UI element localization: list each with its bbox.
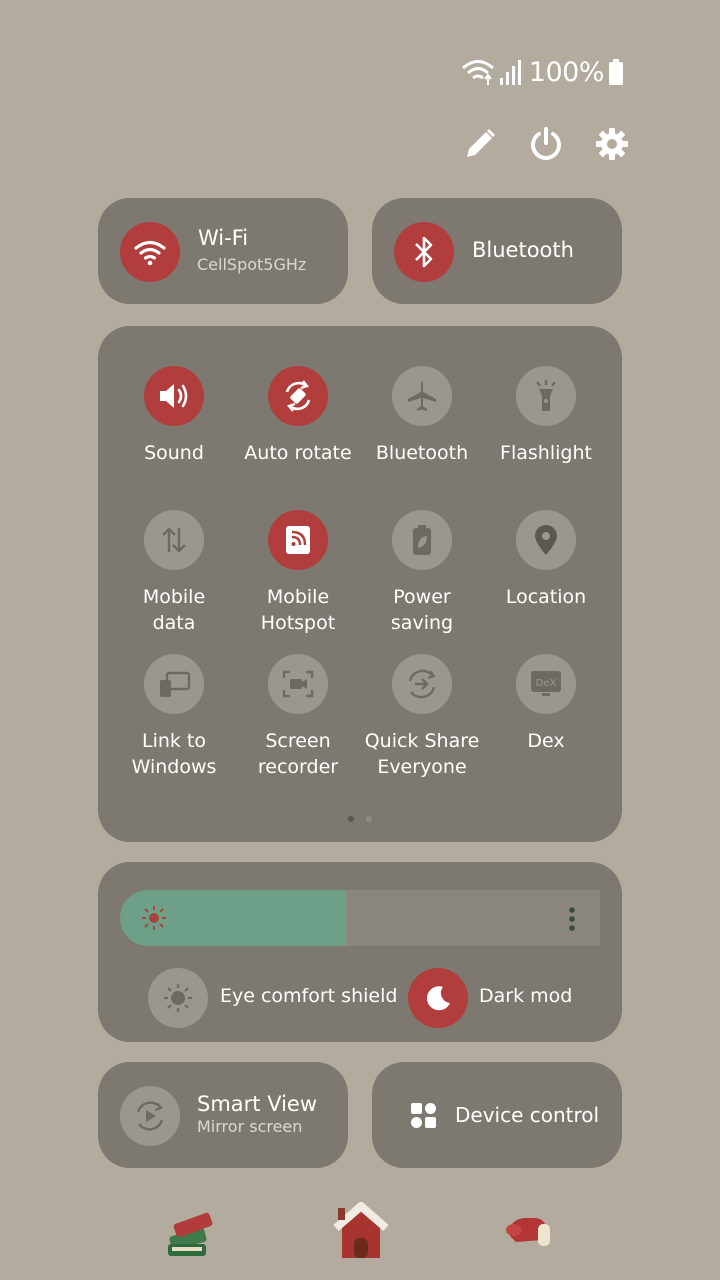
dex-icon: DeX [516, 654, 576, 714]
auto-rotate-icon [268, 366, 328, 426]
power-saving-icon [392, 510, 452, 570]
screen-recorder-icon [268, 654, 328, 714]
tile-label: Flashlight [500, 442, 592, 464]
wifi-icon [461, 57, 495, 87]
page-indicator [348, 816, 372, 822]
tile-power-saving[interactable]: Power saving [360, 510, 484, 636]
tile-label: Link to Windows [131, 730, 217, 778]
tile-label: Bluetooth [375, 442, 469, 464]
wifi-tile[interactable]: Wi-Fi CellSpot5GHz [98, 198, 348, 304]
page-dot [366, 816, 372, 822]
sun-icon [142, 906, 166, 934]
eye-comfort-label[interactable]: Eye comfort shield [220, 985, 397, 1007]
more-options-icon[interactable] [568, 906, 576, 936]
mitten-icon[interactable] [502, 1204, 562, 1264]
tile-dex[interactable]: DeX Dex [484, 654, 608, 754]
brightness-slider[interactable] [120, 890, 600, 946]
wifi-network-name: CellSpot5GHz [197, 255, 307, 274]
tile-sound[interactable]: Sound [112, 366, 236, 466]
power-icon[interactable] [526, 122, 566, 166]
house-icon[interactable] [330, 1200, 390, 1260]
quick-share-icon [392, 654, 452, 714]
smart-view-subtitle: Mirror screen [197, 1117, 303, 1136]
tile-location[interactable]: Location [484, 510, 608, 610]
tile-flashlight[interactable]: Flashlight [484, 366, 608, 466]
link-to-windows-icon [144, 654, 204, 714]
wifi-icon [120, 222, 180, 282]
books-icon[interactable] [164, 1202, 224, 1262]
bluetooth-icon [394, 222, 454, 282]
tile-airplane[interactable]: Bluetooth [360, 366, 484, 466]
device-control-icon [410, 1102, 438, 1134]
smart-view-tile[interactable]: Smart View Mirror screen [98, 1062, 348, 1168]
tile-mobile-data[interactable]: Mobile data [112, 510, 236, 636]
location-icon [516, 510, 576, 570]
smart-view-title: Smart View [197, 1092, 318, 1116]
gear-icon[interactable] [592, 122, 632, 166]
tile-label: Mobile data [142, 586, 206, 634]
flashlight-icon [516, 366, 576, 426]
signal-icon [499, 58, 525, 86]
device-control-tile[interactable]: Device control [372, 1062, 622, 1168]
bluetooth-title: Bluetooth [472, 238, 574, 262]
eye-comfort-icon[interactable] [148, 968, 208, 1028]
page-dot-active [348, 816, 354, 822]
top-actions [460, 122, 632, 166]
sound-icon [144, 366, 204, 426]
device-control-title: Device control [455, 1103, 600, 1127]
tile-label: Dex [527, 730, 565, 752]
smart-view-icon [120, 1086, 180, 1146]
tile-label: Sound [144, 442, 204, 464]
status-bar: 100% [461, 56, 624, 88]
battery-icon [608, 58, 624, 86]
tile-label: Location [505, 586, 587, 608]
tile-label: Screen recorder [257, 730, 339, 778]
dark-mode-label[interactable]: Dark mode [479, 985, 572, 1007]
bluetooth-tile[interactable]: Bluetooth [372, 198, 622, 304]
tile-auto-rotate[interactable]: Auto rotate [236, 366, 360, 466]
tile-label: Mobile Hotspot [260, 586, 336, 634]
tile-label: Power saving [390, 586, 454, 634]
mobile-data-icon [144, 510, 204, 570]
hotspot-icon [268, 510, 328, 570]
tile-screen-recorder[interactable]: Screen recorder [236, 654, 360, 780]
tile-link-to-windows[interactable]: Link to Windows [112, 654, 236, 780]
airplane-icon [392, 366, 452, 426]
tile-label: Quick Share Everyone [364, 730, 480, 778]
svg-text:DeX: DeX [536, 678, 557, 689]
quick-settings-grid: Sound Auto rotate Bluetooth Flashlight M… [98, 326, 622, 842]
tile-mobile-hotspot[interactable]: Mobile Hotspot [236, 510, 360, 636]
dark-mode-icon[interactable] [408, 968, 468, 1028]
battery-percent: 100% [528, 56, 605, 88]
tile-label: Auto rotate [244, 442, 352, 464]
tile-quick-share[interactable]: Quick Share Everyone [360, 654, 484, 780]
pencil-icon[interactable] [460, 122, 500, 166]
wifi-title: Wi-Fi [198, 226, 249, 250]
